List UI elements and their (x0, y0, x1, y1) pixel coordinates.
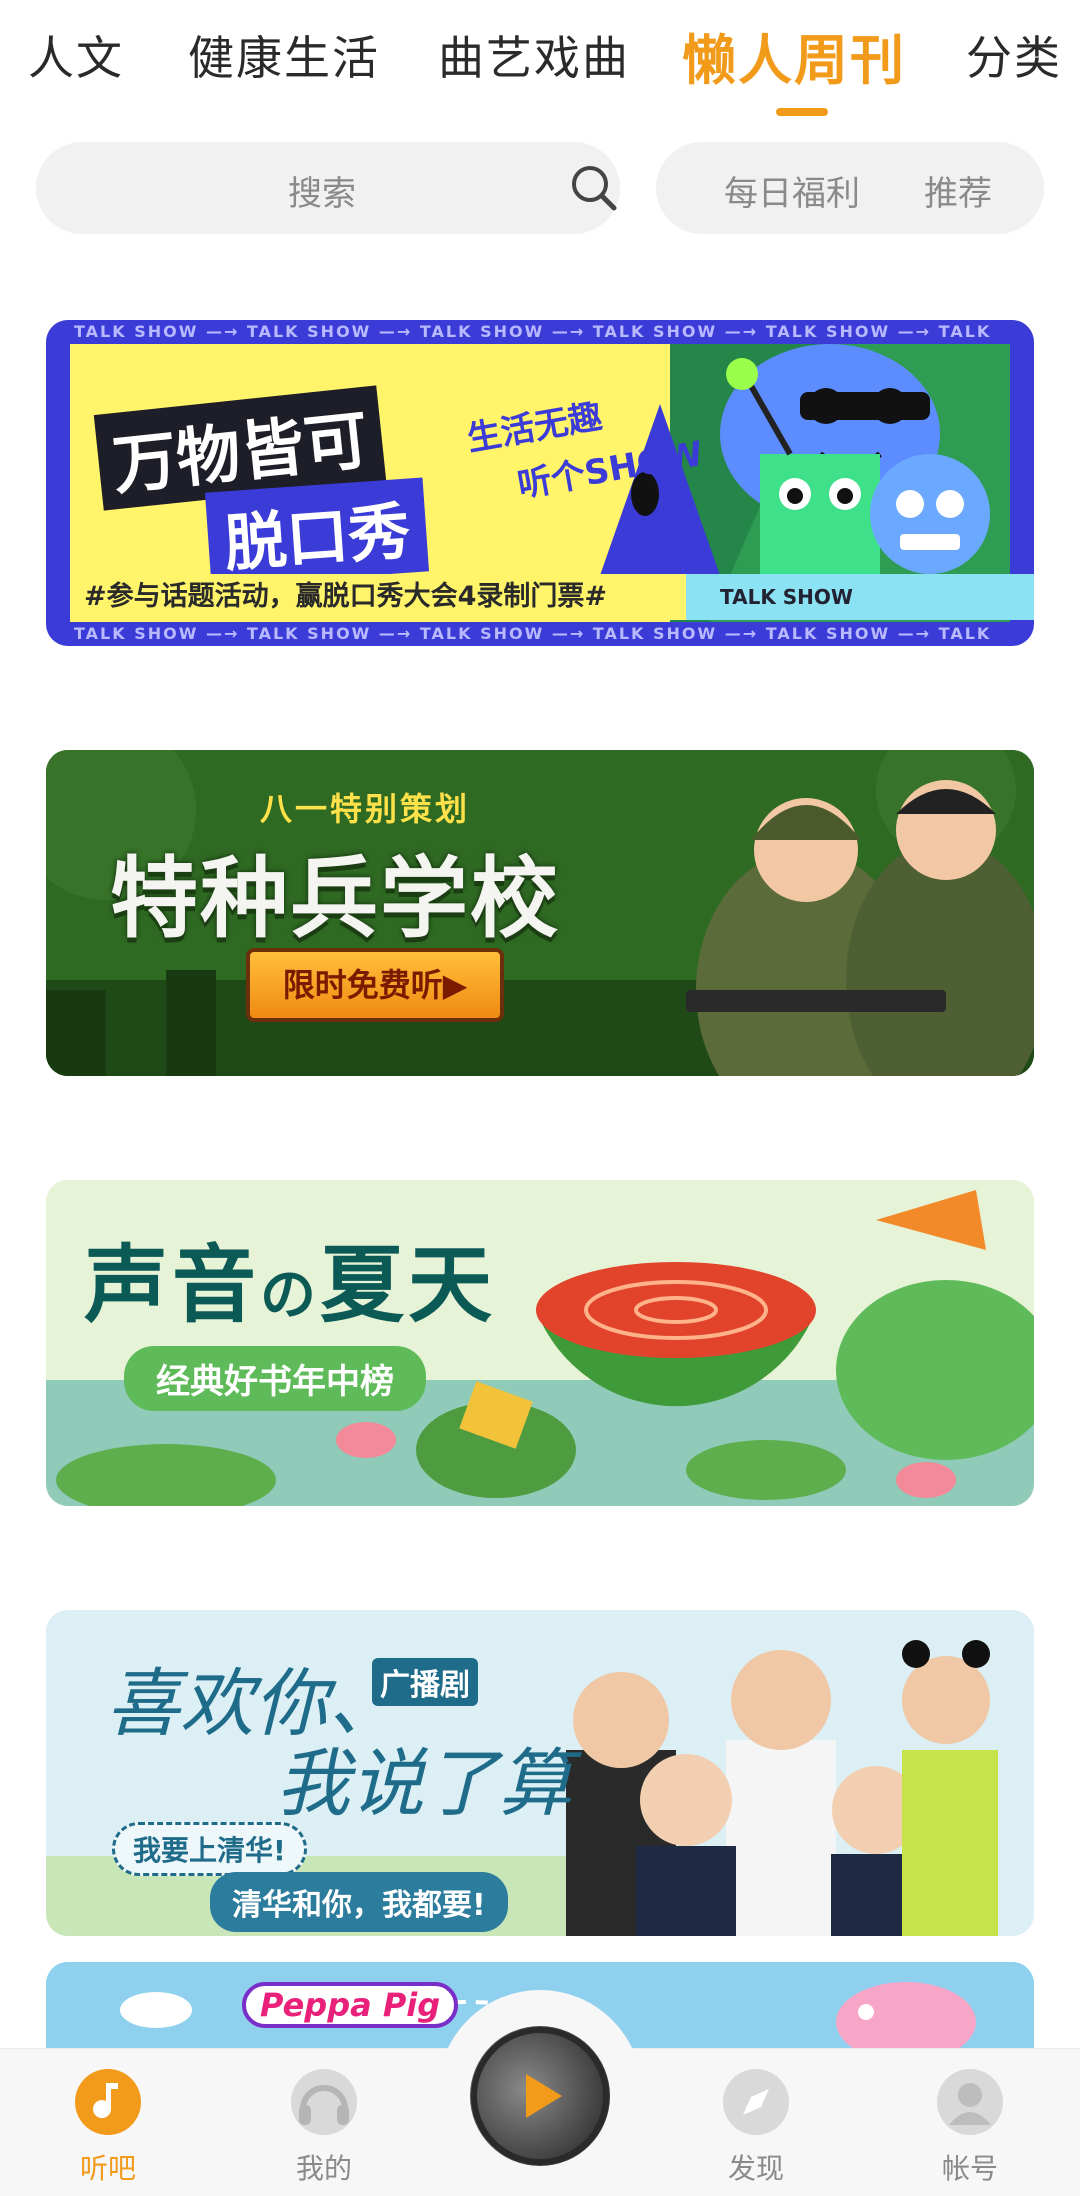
category-tab-bar: 人文 健康生活 曲艺戏曲 懒人周刊 分类 (0, 0, 1080, 120)
nav-discover-label: 发现 (727, 2152, 784, 2185)
talk-show-campaign-text: #参与话题活动，赢脱口秀大会4录制门票# (70, 574, 734, 620)
radio-drama-quote-2: 清华和你，我都要! (210, 1872, 508, 1932)
nav-listen-label: 听吧 (79, 2152, 136, 2185)
tab-folk-opera[interactable]: 曲艺戏曲 (438, 22, 630, 88)
recommend-link[interactable]: 推荐 (924, 166, 992, 215)
now-playing-disc[interactable] (470, 2026, 610, 2166)
talk-show-title-line2: 脱口秀 (204, 477, 430, 587)
tab-healthy-living[interactable]: 健康生活 (188, 22, 380, 88)
peppa-pig-logo: Peppa Pig (242, 1982, 459, 2028)
search-icon[interactable] (568, 162, 620, 214)
nav-mine-label: 我的 (295, 2152, 352, 2185)
listen-free-button[interactable]: 限时免费听▶ (246, 948, 504, 1022)
tab-lazy-weekly[interactable]: 懒人周刊 (682, 16, 906, 95)
radio-drama-quote-1: 我要上清华! (112, 1822, 307, 1876)
tab-humanities[interactable]: 人文 (28, 22, 124, 88)
compass-icon (723, 2069, 789, 2135)
tab-categories[interactable]: 分类 (966, 22, 1062, 88)
banner-strip-text: TALK SHOW —→ TALK SHOW —→ TALK SHOW —→ T… (74, 624, 992, 646)
nav-listen[interactable]: 听吧 (38, 2049, 178, 2196)
active-tab-indicator (776, 108, 828, 116)
nav-mine[interactable]: 我的 (254, 2049, 394, 2196)
music-note-icon (75, 2069, 141, 2135)
radio-drama-tag: 广播剧 (372, 1658, 478, 1706)
headphones-icon (291, 2069, 357, 2135)
nav-account[interactable]: 帐号 (900, 2049, 1040, 2196)
promo-pill[interactable]: 每日福利 推荐 (656, 142, 1044, 234)
nav-discover[interactable]: 发现 (686, 2049, 826, 2196)
play-icon (471, 2027, 609, 2165)
special-forces-banner[interactable]: 八一特别策划 特种兵学校 限时免费听▶ (46, 750, 1034, 1076)
summer-subtitle: 经典好书年中榜 (124, 1346, 426, 1411)
talk-show-banner[interactable]: TALK SHOW —→ TALK SHOW —→ TALK SHOW —→ T… (46, 320, 1034, 646)
nav-account-label: 帐号 (941, 2152, 998, 2185)
daily-welfare-link[interactable]: 每日福利 (724, 166, 860, 215)
special-forces-title: 特种兵学校 (110, 847, 561, 950)
special-forces-kicker: 八一特别策划 (260, 790, 471, 828)
user-icon (937, 2069, 1003, 2135)
summer-title: 声音の夏天 (84, 1236, 497, 1334)
talk-show-label: TALK SHOW (686, 574, 1034, 620)
search-bar[interactable]: 搜索 (36, 142, 620, 234)
summer-sound-banner[interactable]: 声音の夏天 经典好书年中榜 (46, 1180, 1034, 1506)
radio-drama-banner[interactable]: 喜欢你、 我说了算 广播剧 我要上清华! 清华和你，我都要! (46, 1610, 1034, 1936)
search-placeholder: 搜索 (288, 174, 356, 214)
radio-drama-title-line2: 我说了算 (276, 1741, 572, 1827)
